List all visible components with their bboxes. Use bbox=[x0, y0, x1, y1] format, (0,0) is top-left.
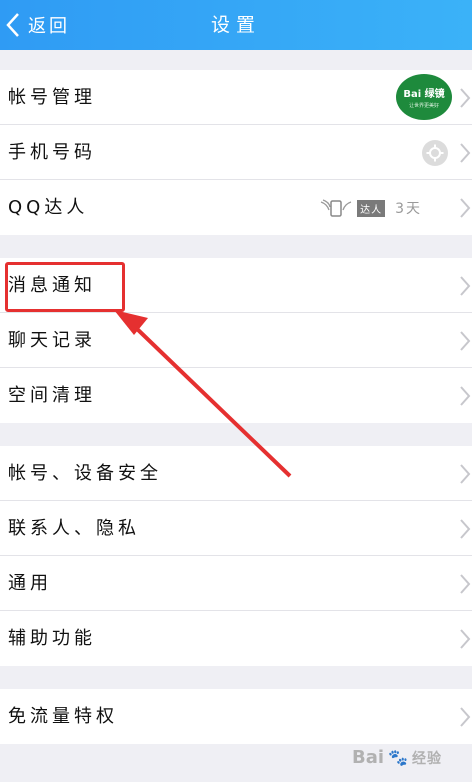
qq-master-tag: 达人 bbox=[357, 199, 386, 217]
chevron-right-icon bbox=[458, 706, 472, 728]
avatar: Bai 绿镜 让世界更美好 bbox=[396, 74, 452, 120]
chevron-right-icon bbox=[458, 573, 472, 595]
page-title: 设置 bbox=[210, 14, 261, 36]
row-label: 帐号管理 bbox=[8, 87, 96, 108]
settings-row-chat-history[interactable]: 聊天记录 bbox=[0, 313, 472, 368]
avatar-subtext: 让世界更美好 bbox=[408, 103, 439, 109]
chevron-right-icon bbox=[458, 275, 472, 297]
chevron-right-icon bbox=[458, 87, 472, 109]
watermark-text: Bai bbox=[352, 747, 385, 768]
qq-master-days: 3天 bbox=[395, 201, 422, 217]
settings-row-qq-master[interactable]: QQ达人 达人 3天 bbox=[0, 180, 472, 235]
settings-group-account: 帐号管理 Bai 绿镜 让世界更美好 手机号码 QQ达人 达人 3天 bbox=[0, 70, 472, 235]
qq-master-badge: 达人 3天 bbox=[319, 198, 422, 218]
chevron-right-icon bbox=[458, 628, 472, 650]
chevron-right-icon bbox=[458, 463, 472, 485]
row-label: 辅助功能 bbox=[8, 628, 96, 649]
row-label: 免流量特权 bbox=[8, 706, 118, 727]
chevron-right-icon bbox=[458, 330, 472, 352]
avatar-logo-text: Bai 绿镜 bbox=[403, 89, 445, 100]
chevron-right-icon bbox=[458, 518, 472, 540]
settings-row-phone-number[interactable]: 手机号码 bbox=[0, 125, 472, 180]
settings-group-data: 免流量特权 bbox=[0, 689, 472, 744]
row-label: 手机号码 bbox=[8, 142, 96, 163]
paw-icon: 🐾 bbox=[388, 748, 408, 767]
annotation-highlight-box bbox=[5, 262, 125, 312]
row-label: 空间清理 bbox=[8, 385, 96, 406]
settings-row-accessibility[interactable]: 辅助功能 bbox=[0, 611, 472, 666]
chevron-right-icon bbox=[458, 142, 472, 164]
settings-row-account-management[interactable]: 帐号管理 Bai 绿镜 让世界更美好 bbox=[0, 70, 472, 125]
watermark: Bai 🐾 经验 bbox=[352, 747, 442, 768]
gear-icon bbox=[422, 140, 448, 166]
row-label: 聊天记录 bbox=[8, 330, 96, 351]
settings-row-account-device-security[interactable]: 帐号、设备安全 bbox=[0, 446, 472, 501]
settings-row-general[interactable]: 通用 bbox=[0, 556, 472, 611]
chevron-right-icon bbox=[458, 197, 472, 219]
settings-row-contacts-privacy[interactable]: 联系人、隐私 bbox=[0, 501, 472, 556]
navigation-bar: 返回 设置 bbox=[0, 0, 472, 50]
settings-row-free-data-privilege[interactable]: 免流量特权 bbox=[0, 689, 472, 744]
chevron-right-icon bbox=[458, 385, 472, 407]
watermark-text-secondary: 经验 bbox=[412, 750, 442, 767]
row-label: 联系人、隐私 bbox=[8, 518, 140, 539]
row-label: 帐号、设备安全 bbox=[8, 463, 162, 484]
phone-wings-icon bbox=[320, 199, 352, 217]
settings-row-storage-cleanup[interactable]: 空间清理 bbox=[0, 368, 472, 423]
row-label: QQ达人 bbox=[8, 197, 89, 218]
settings-group-general: 帐号、设备安全 联系人、隐私 通用 辅助功能 bbox=[0, 446, 472, 666]
row-label: 通用 bbox=[8, 573, 52, 594]
